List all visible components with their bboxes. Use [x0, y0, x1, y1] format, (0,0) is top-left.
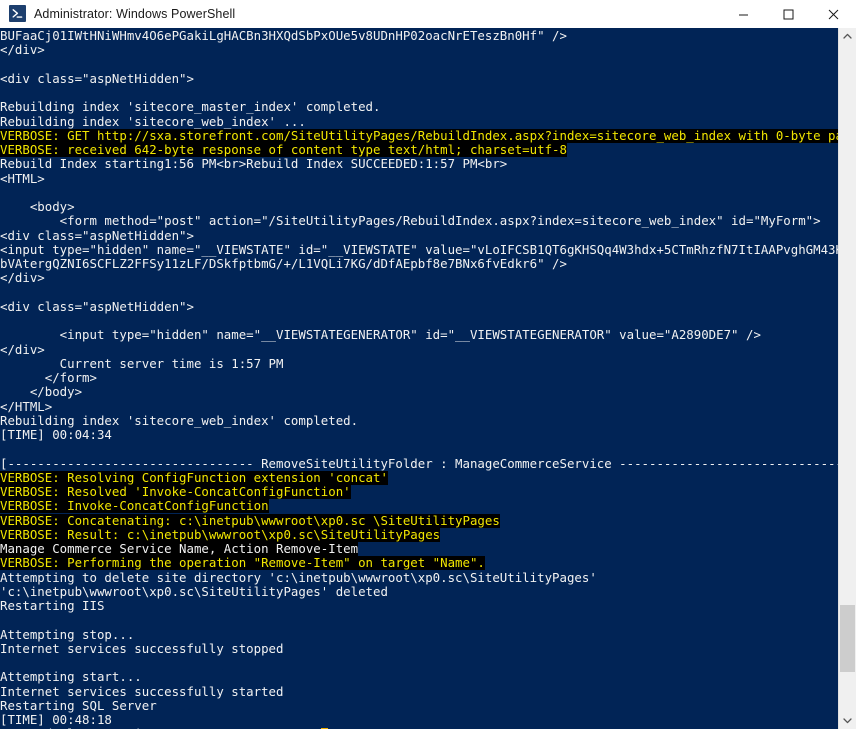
console-line: VERBOSE: GET http://sxa.storefront.com/S…	[0, 128, 838, 143]
verbose-text: VERBOSE: Resolved 'Invoke-ConcatConfigFu…	[0, 485, 351, 499]
console-line: </div>	[0, 342, 45, 357]
console-line: VERBOSE: Invoke-ConcatConfigFunction	[0, 499, 838, 514]
console-line: VERBOSE: Resolving ConfigFunction extens…	[0, 470, 838, 485]
scroll-down-icon[interactable]	[839, 712, 856, 729]
close-button[interactable]	[811, 0, 856, 28]
verbose-text: VERBOSE: Performing the operation "Remov…	[0, 556, 485, 571]
console-line: </HTML>	[0, 399, 53, 414]
console-line: Attempting to delete site directory 'c:\…	[0, 570, 597, 585]
scrollbar-track[interactable]	[839, 45, 856, 712]
console-line: </form>	[0, 371, 97, 385]
console-line: <HTML>	[0, 171, 45, 186]
console-lines: BUFaaCj01IWtHNiWHmv4O6ePGakiLgHACBn3HXQd…	[0, 28, 838, 729]
console-line: VERBOSE: Resolved 'Invoke-ConcatConfigFu…	[0, 485, 838, 499]
title-bar[interactable]: Administrator: Windows PowerShell	[0, 0, 856, 28]
vertical-scrollbar[interactable]	[838, 28, 856, 729]
console-line: <body>	[0, 200, 75, 214]
console-line: Manage Commerce Service Name, Action Rem…	[0, 542, 838, 556]
console-line: Internet services successfully started	[0, 684, 284, 699]
scrollbar-thumb[interactable]	[840, 605, 855, 672]
console-line: </body>	[0, 385, 83, 400]
console-line: Restarting SQL Server	[0, 698, 157, 713]
console-line: [TIME] 00:04:34	[0, 428, 112, 442]
verbose-text: VERBOSE: GET http://sxa.storefront.com/S…	[0, 128, 838, 143]
console-line: Attempting stop...	[0, 627, 135, 642]
console-line: Attempting start...	[0, 670, 142, 685]
console-line: [TIME] 00:48:18	[0, 713, 112, 727]
console-line: BUFaaCj01IWtHNiWHmv4O6ePGakiLgHACBn3HXQd…	[0, 29, 567, 43]
console-line: <form method="post" action="/SiteUtility…	[0, 214, 821, 229]
console-line: VERBOSE: Concatenating: c:\inetpub\wwwro…	[0, 513, 838, 528]
console-line: <input type="hidden" name="__VIEWSTATEGE…	[0, 328, 761, 343]
verbose-text: VERBOSE: Concatenating: c:\inetpub\wwwro…	[0, 513, 500, 528]
console-line: <div class="aspNetHidden">	[0, 228, 194, 243]
console-output[interactable]: BUFaaCj01IWtHNiWHmv4O6ePGakiLgHACBn3HXQd…	[0, 28, 838, 729]
minimize-button[interactable]	[721, 0, 766, 28]
console-line: <input type="hidden" name="__VIEWSTATE" …	[0, 242, 838, 257]
console-line: 'c:\inetpub\wwwroot\xp0.sc\SiteUtilityPa…	[0, 584, 388, 599]
verbose-text: VERBOSE: received 642-byte response of c…	[0, 143, 567, 157]
verbose-text: VERBOSE: Resolving ConfigFunction extens…	[0, 470, 388, 485]
powershell-window: Administrator: Windows PowerShell BUFaaC…	[0, 0, 856, 729]
console-line: Restarting IIS	[0, 599, 105, 613]
console-line: Rebuilding index 'sitecore_web_index' ..…	[0, 114, 306, 129]
highlight-text: Manage Commerce Service Name, Action Rem…	[0, 542, 359, 556]
console-line: Internet services successfully stopped	[0, 641, 284, 656]
verbose-text: VERBOSE: Invoke-ConcatConfigFunction	[0, 499, 269, 514]
console-line: <div class="aspNetHidden">	[0, 71, 194, 86]
console-line: Rebuilding index 'sitecore_master_index'…	[0, 100, 381, 115]
console-line: bVAtergQZNI6SCFLZ2FFSy11zLF/DSkfptbmG/+/…	[0, 257, 567, 271]
console-line: </div>	[0, 43, 45, 58]
powershell-icon	[9, 5, 26, 22]
window-controls	[721, 0, 856, 28]
window-title: Administrator: Windows PowerShell	[34, 6, 236, 21]
console-line: <div class="aspNetHidden">	[0, 299, 194, 314]
console-line: VERBOSE: received 642-byte response of c…	[0, 143, 838, 157]
console-line: </div>	[0, 271, 45, 286]
scroll-up-icon[interactable]	[839, 28, 856, 45]
maximize-button[interactable]	[766, 0, 811, 28]
console-area: BUFaaCj01IWtHNiWHmv4O6ePGakiLgHACBn3HXQd…	[0, 28, 856, 729]
console-line: Rebuilding index 'sitecore_web_index' co…	[0, 413, 359, 428]
console-line: VERBOSE: Result: c:\inetpub\wwwroot\xp0.…	[0, 527, 838, 542]
verbose-text: VERBOSE: Result: c:\inetpub\wwwroot\xp0.…	[0, 527, 441, 542]
console-line: Current server time is 1:57 PM	[0, 356, 284, 371]
console-line: Rebuild Index starting1:56 PM<br>Rebuild…	[0, 157, 508, 172]
console-line: VERBOSE: Performing the operation "Remov…	[0, 556, 838, 571]
console-line: [--------------------------------- Remov…	[0, 456, 838, 471]
